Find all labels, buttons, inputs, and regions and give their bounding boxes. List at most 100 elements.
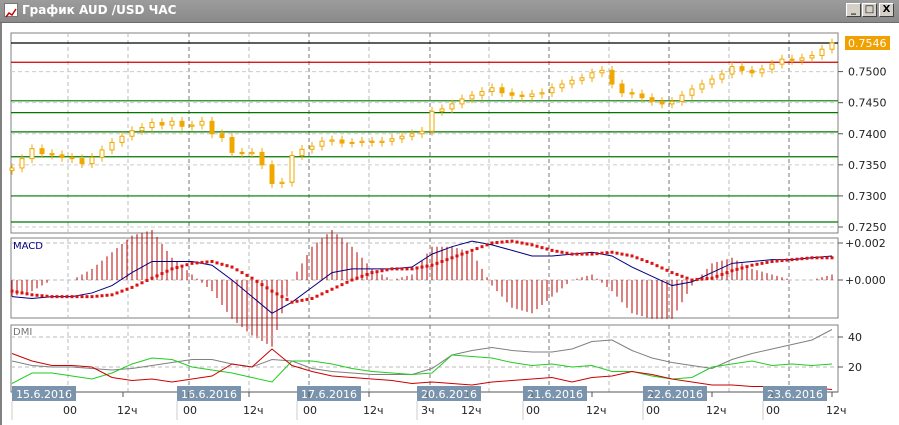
candle — [229, 136, 235, 153]
macd-signal-point — [815, 256, 819, 260]
candle — [339, 139, 345, 144]
candle — [589, 72, 595, 79]
macd-signal-point — [385, 268, 389, 272]
macd-signal-point — [795, 257, 799, 261]
candle — [579, 77, 585, 81]
hour-label: 00 — [646, 404, 660, 417]
candle — [279, 181, 285, 184]
macd-signal-point — [650, 261, 654, 265]
candle — [199, 120, 205, 126]
macd-signal-point — [95, 294, 99, 298]
hour-label: 12ч — [826, 404, 847, 417]
macd-axis-label: +0.000 — [845, 274, 886, 287]
candle — [529, 93, 535, 97]
price-axis-label: 0.7500 — [848, 66, 887, 79]
candle — [419, 130, 425, 135]
macd-signal-point — [175, 266, 179, 270]
chart-svg[interactable]: 0.7500 0.7450 0.7400 0.7350 0.7300 0.7250 0.75… — [0, 0, 899, 425]
macd-signal-point — [30, 293, 34, 297]
macd-signal-point — [400, 267, 404, 271]
macd-signal-point — [140, 281, 144, 285]
last-price-label: 0.7546 — [848, 37, 887, 50]
macd-signal-point — [355, 276, 359, 280]
macd-signal-point — [710, 276, 714, 280]
macd-signal-point — [510, 239, 514, 243]
macd-signal-point — [325, 290, 329, 294]
candle — [329, 139, 335, 142]
macd-signal-point — [750, 263, 754, 267]
macd-signal-point — [285, 297, 289, 301]
candle — [289, 155, 295, 183]
macd-signal-point — [725, 271, 729, 275]
candle — [169, 120, 175, 126]
macd-signal-point — [715, 274, 719, 278]
macd-signal-point — [440, 260, 444, 263]
candle — [479, 90, 485, 96]
macd-signal-point — [110, 293, 114, 297]
candle — [659, 100, 665, 105]
macd-signal-point — [335, 285, 339, 289]
hour-label: 00 — [303, 404, 317, 417]
candle — [99, 149, 105, 158]
hour-label: 00 — [63, 404, 77, 417]
macd-signal-point — [245, 273, 249, 277]
candle — [709, 78, 715, 85]
macd-signal-point — [85, 295, 89, 299]
macd-signal-point — [360, 274, 364, 278]
price-axis-label: 0.7300 — [848, 190, 887, 203]
macd-signal-point — [220, 262, 224, 266]
macd-signal-point — [380, 269, 384, 273]
candle — [509, 92, 515, 96]
candle — [429, 110, 435, 132]
macd-signal-point — [340, 283, 344, 287]
macd-signal-point — [470, 248, 474, 252]
macd-signal-point — [410, 267, 414, 271]
macd-signal-point — [545, 247, 549, 251]
macd-signal-point — [330, 287, 334, 291]
macd-signal-point — [125, 287, 129, 291]
macd-signal-point — [760, 261, 764, 265]
candle — [379, 140, 385, 143]
candle — [829, 42, 835, 50]
macd-signal-point — [295, 299, 299, 303]
pane-macd — [10, 237, 839, 319]
macd-signal-point — [75, 295, 79, 299]
macd-signal-point — [550, 248, 554, 252]
macd-signal-point — [190, 261, 194, 265]
hour-label: 12ч — [461, 404, 482, 417]
candle — [789, 58, 795, 61]
candle — [269, 164, 275, 184]
macd-signal-point — [490, 241, 494, 245]
candle — [449, 103, 455, 110]
candle — [459, 98, 465, 105]
macd-signal-point — [25, 292, 29, 296]
candle — [249, 151, 255, 155]
macd-signal-point — [40, 294, 44, 298]
macd-signal-point — [735, 267, 739, 271]
macd-signal-point — [205, 260, 209, 264]
candle — [129, 130, 135, 137]
pane-dmi — [10, 324, 839, 393]
candle — [799, 57, 805, 61]
macd-signal-point — [700, 277, 704, 281]
macd-signal-point — [465, 250, 469, 254]
macd-signal-point — [775, 259, 779, 263]
candle — [349, 141, 355, 144]
price-axis-label: 0.7400 — [848, 128, 887, 141]
candle — [679, 94, 685, 102]
macd-signal-point — [730, 269, 734, 273]
macd-signal-point — [825, 256, 829, 260]
macd-signal-point — [660, 266, 664, 270]
macd-signal-point — [720, 272, 724, 276]
hour-label: 00 — [526, 404, 540, 417]
macd-signal-point — [640, 258, 644, 262]
candle — [599, 69, 605, 74]
macd-signal-point — [315, 294, 319, 298]
macd-signal-point — [555, 249, 559, 253]
macd-signal-point — [395, 267, 399, 271]
macd-signal-point — [480, 245, 484, 249]
date-label: 15.6.2016 — [16, 388, 72, 401]
macd-signal-point — [800, 257, 804, 261]
macd-signal-point — [530, 243, 534, 247]
hour-label: 00 — [183, 404, 197, 417]
